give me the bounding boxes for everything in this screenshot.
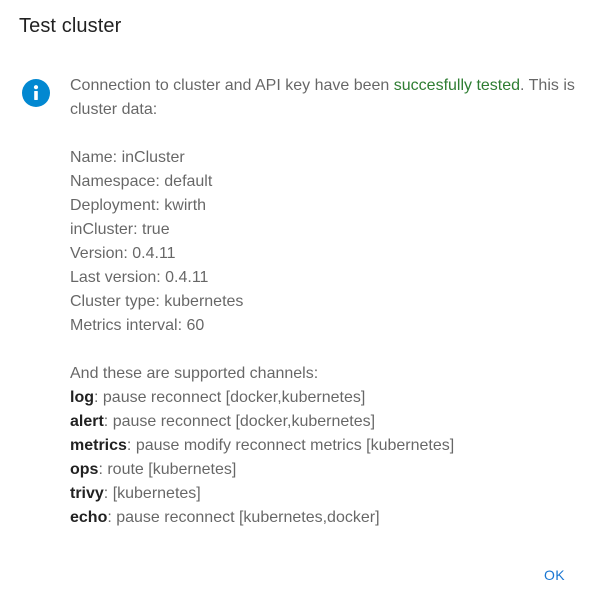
cluster-namespace: Namespace: default <box>70 173 213 190</box>
ok-button[interactable]: OK <box>544 563 565 587</box>
cluster-name: Name: inCluster <box>70 149 185 166</box>
dialog-content: Connection to cluster and API key have b… <box>70 74 575 530</box>
channel-name: echo <box>70 509 108 526</box>
channel-name: trivy <box>70 485 104 502</box>
info-icon <box>22 79 50 107</box>
channel-details: : [kubernetes] <box>103 485 201 502</box>
test-cluster-dialog: Test cluster Connection to cluster and A… <box>0 0 591 597</box>
dialog-title: Test cluster <box>19 15 122 37</box>
channel-details: : pause modify reconnect metrics [kubern… <box>126 437 455 454</box>
channel-name: log <box>70 389 94 406</box>
cluster-type: Cluster type: kubernetes <box>70 293 244 310</box>
channel-details: : pause reconnect [kubernetes,docker] <box>107 509 380 526</box>
channel-name: metrics <box>70 437 127 454</box>
cluster-metrics-interval: Metrics interval: 60 <box>70 317 205 334</box>
channel-name: ops <box>70 461 99 478</box>
intro-text: Connection to cluster and API key have b… <box>70 74 575 122</box>
channel-echo: echo: pause reconnect [kubernetes,docker… <box>70 506 575 530</box>
channel-ops: ops: route [kubernetes] <box>70 458 575 482</box>
channel-details: : route [kubernetes] <box>98 461 237 478</box>
channel-name: alert <box>70 413 104 430</box>
channel-trivy: trivy: [kubernetes] <box>70 482 575 506</box>
cluster-last-version: Last version: 0.4.11 <box>70 269 209 286</box>
success-text: succesfully tested <box>393 77 521 94</box>
channel-details: : pause reconnect [docker,kubernetes] <box>103 413 376 430</box>
channel-details: : pause reconnect [docker,kubernetes] <box>94 389 366 406</box>
intro-prefix: Connection to cluster and API key have b… <box>70 77 394 94</box>
channels-heading: And these are supported channels: <box>70 365 319 382</box>
channel-alert: alert: pause reconnect [docker,kubernete… <box>70 410 575 434</box>
cluster-version: Version: 0.4.11 <box>70 245 176 262</box>
cluster-deployment: Deployment: kwirth <box>70 197 207 214</box>
channel-log: log: pause reconnect [docker,kubernetes] <box>70 386 575 410</box>
channel-metrics: metrics: pause modify reconnect metrics … <box>70 434 575 458</box>
cluster-incluster: inCluster: true <box>70 221 170 238</box>
